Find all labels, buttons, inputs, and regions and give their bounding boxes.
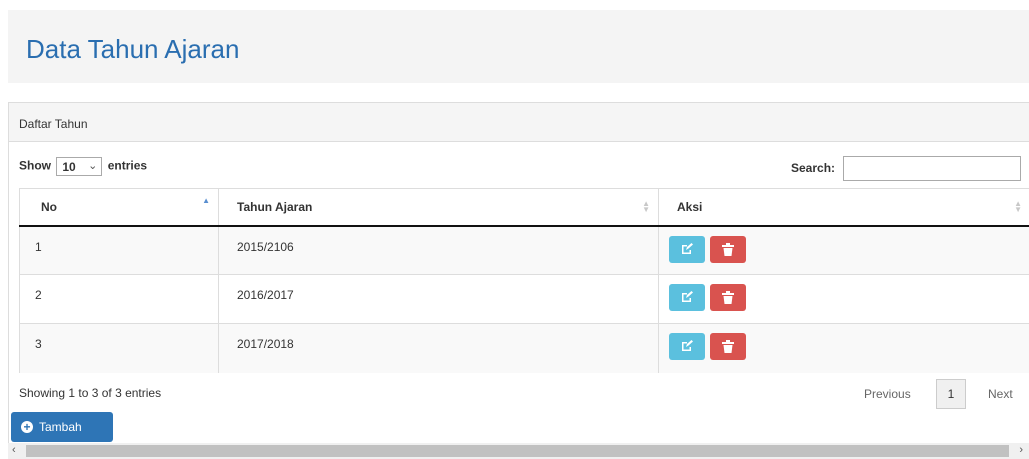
horizontal-scrollbar[interactable]: ‹ ›: [8, 443, 1029, 459]
edit-button[interactable]: [669, 235, 705, 263]
column-header-label: No: [41, 199, 57, 214]
panel-heading: Daftar Tahun: [9, 103, 1029, 142]
length-prefix: Show: [19, 158, 51, 173]
previous-page-button[interactable]: Previous: [864, 387, 911, 401]
trash-icon: [722, 242, 735, 256]
edit-icon: [682, 291, 693, 302]
column-header-aksi[interactable]: Aksi ▲ ▼: [658, 188, 1029, 227]
sort-both-icon: ▲ ▼: [642, 199, 650, 214]
edit-button[interactable]: [669, 284, 705, 311]
sort-asc-icon: ▲: [202, 196, 210, 205]
cell-no: 1: [19, 225, 219, 275]
table-row: 2 2016/2017: [19, 274, 1029, 324]
column-header-no[interactable]: No ▲: [19, 188, 219, 227]
column-header-label: Tahun Ajaran: [237, 199, 313, 214]
delete-button[interactable]: [710, 235, 747, 263]
cell-tahun-ajaran: 2017/2018: [218, 323, 659, 373]
scrollbar-thumb[interactable]: [26, 445, 1009, 457]
edit-icon: [682, 242, 693, 254]
table-info: Showing 1 to 3 of 3 entries: [19, 386, 162, 400]
page-header: Data Tahun Ajaran: [8, 10, 1029, 83]
page-title: Data Tahun Ajaran: [26, 34, 240, 64]
page-button-current[interactable]: 1: [936, 379, 966, 409]
add-button-label: Tambah: [39, 420, 82, 434]
add-button[interactable]: + Tambah: [11, 412, 113, 442]
cell-aksi: [658, 274, 1029, 324]
cell-no: 2: [19, 274, 219, 324]
entries-select-value: 10: [62, 160, 76, 174]
entries-length-control: Show 10 ⌄ entries: [19, 157, 147, 176]
delete-button[interactable]: [710, 284, 747, 311]
panel-heading-label: Daftar Tahun: [19, 117, 88, 131]
data-table: No ▲ Tahun Ajaran ▲ ▼ Aksi ▲ ▼ 1 2015/2106: [19, 188, 1029, 373]
cell-tahun-ajaran: 2016/2017: [218, 274, 659, 324]
column-header-label: Aksi: [677, 199, 703, 214]
trash-icon: [722, 291, 735, 304]
chevron-down-icon: ⌄: [88, 160, 98, 172]
delete-button[interactable]: [710, 333, 747, 360]
plus-circle-icon: +: [21, 421, 33, 433]
sort-both-icon: ▲ ▼: [1014, 199, 1022, 214]
length-suffix: entries: [107, 158, 148, 173]
cell-no: 3: [19, 323, 219, 373]
edit-icon: [682, 340, 693, 351]
cell-tahun-ajaran: 2015/2106: [218, 225, 659, 275]
next-page-button[interactable]: Next: [988, 387, 1013, 401]
trash-icon: [722, 340, 735, 353]
search-label: Search:: [791, 161, 836, 175]
scroll-right-icon[interactable]: ›: [1019, 444, 1023, 456]
entries-select[interactable]: 10 ⌄: [56, 157, 103, 176]
column-header-tahun-ajaran[interactable]: Tahun Ajaran ▲ ▼: [218, 188, 659, 227]
cell-aksi: [658, 225, 1029, 275]
cell-aksi: [658, 323, 1029, 373]
panel: Daftar Tahun Show 10 ⌄ entries Search: N…: [8, 102, 1029, 459]
edit-button[interactable]: [669, 333, 705, 360]
table-row: 3 2017/2018: [19, 323, 1029, 373]
table-row: 1 2015/2106: [19, 225, 1029, 275]
search-input[interactable]: [843, 156, 1021, 181]
scroll-left-icon[interactable]: ‹: [12, 444, 16, 456]
